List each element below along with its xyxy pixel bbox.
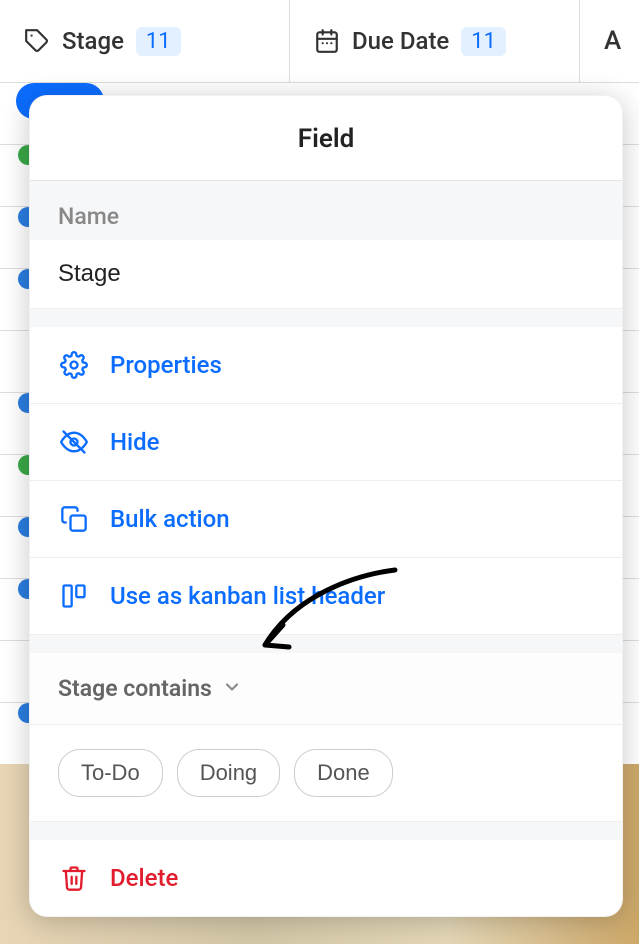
column-header-stage-label: Stage — [62, 27, 124, 55]
section-divider-3 — [30, 822, 622, 840]
filter-label: Stage contains — [58, 675, 212, 702]
field-popover: Field Name Properties Hide — [29, 95, 623, 917]
hide-action[interactable]: Hide — [30, 404, 622, 481]
column-headers: Stage 11 Due Date 11 A — [0, 0, 639, 83]
chip-done[interactable]: Done — [294, 749, 393, 797]
tag-icon — [24, 28, 50, 54]
calendar-icon — [314, 28, 340, 54]
section-divider — [30, 309, 622, 327]
eye-off-icon — [58, 426, 90, 458]
column-header-next-label: A — [604, 26, 621, 56]
trash-icon — [58, 862, 90, 894]
properties-action[interactable]: Properties — [30, 327, 622, 404]
bulk-action[interactable]: Bulk action — [30, 481, 622, 558]
popover-title: Field — [30, 96, 622, 181]
kanban-label: Use as kanban list header — [110, 582, 385, 610]
filter-dropdown[interactable]: Stage contains — [30, 653, 622, 725]
properties-label: Properties — [110, 351, 222, 379]
chevron-down-icon — [222, 677, 242, 701]
column-stage-count-badge: 11 — [136, 27, 181, 56]
delete-action[interactable]: Delete — [30, 840, 622, 916]
gear-icon — [58, 349, 90, 381]
hide-label: Hide — [110, 428, 160, 456]
column-header-due-date-label: Due Date — [352, 27, 449, 55]
column-header-next[interactable]: A — [580, 0, 639, 82]
column-header-due-date[interactable]: Due Date 11 — [290, 0, 580, 82]
filter-chips: To-Do Doing Done — [30, 725, 622, 822]
column-due-date-count-badge: 11 — [461, 27, 506, 56]
action-list: Properties Hide Bulk action — [30, 327, 622, 635]
field-name-label: Name — [30, 181, 622, 240]
delete-label: Delete — [110, 864, 178, 892]
chip-doing[interactable]: Doing — [177, 749, 280, 797]
field-name-input[interactable] — [30, 240, 622, 309]
chip-todo[interactable]: To-Do — [58, 749, 163, 797]
kanban-icon — [58, 580, 90, 612]
kanban-action[interactable]: Use as kanban list header — [30, 558, 622, 635]
copy-icon — [58, 503, 90, 535]
section-divider-2 — [30, 635, 622, 653]
bulk-action-label: Bulk action — [110, 505, 230, 533]
column-header-stage[interactable]: Stage 11 — [0, 0, 290, 82]
